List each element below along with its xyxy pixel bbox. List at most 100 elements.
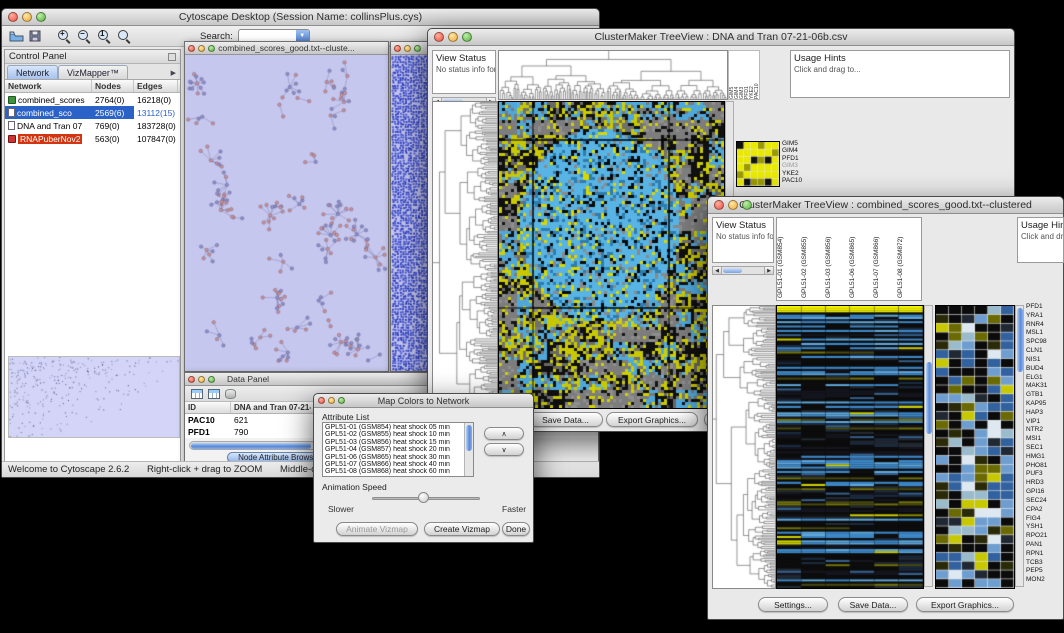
minimize-button[interactable]: [198, 376, 205, 383]
col-nodes[interactable]: Nodes: [92, 80, 134, 92]
usage-hints-text: Click and drag to...: [1018, 231, 1063, 242]
heatmap-global-view[interactable]: [498, 101, 725, 409]
edge-attribute-table-icon[interactable]: [208, 389, 220, 399]
main-titlebar[interactable]: Cytoscape Desktop (Session Name: collins…: [2, 9, 599, 26]
network-canvas[interactable]: [185, 55, 388, 371]
column-label: GPL51-08 (GSM872): [897, 218, 921, 300]
done-button[interactable]: Done: [502, 522, 530, 536]
treeview2-titlebar[interactable]: ClusterMaker TreeView : combined_scores_…: [708, 197, 1063, 214]
close-button[interactable]: [714, 200, 724, 210]
window-title: ClusterMaker TreeView : combined_scores_…: [708, 199, 1063, 211]
minimize-button[interactable]: [448, 32, 458, 42]
zoom-fit-icon[interactable]: [117, 29, 132, 44]
view-status-text: No status info for...: [433, 64, 495, 75]
network-row[interactable]: DNA and Tran 07 769(0) 183728(0): [5, 119, 180, 132]
attribute-item[interactable]: GPL51-08 (GSM868) heat shock 60 min: [323, 468, 463, 475]
move-up-button[interactable]: ∧: [484, 427, 524, 440]
close-button[interactable]: [188, 376, 195, 383]
zoom-in-icon[interactable]: +: [57, 29, 72, 44]
network-row-selected[interactable]: combined_sco 2569(6) 13112(15): [5, 106, 180, 119]
attribute-listbox[interactable]: GPL51-01 (GSM854) heat shock 05 minGPL51…: [322, 422, 474, 477]
close-button[interactable]: [8, 12, 18, 22]
row-dendrogram[interactable]: [432, 101, 498, 409]
zoom-button[interactable]: [338, 397, 345, 404]
move-down-button[interactable]: ∨: [484, 443, 524, 456]
settings-button[interactable]: Settings...: [758, 597, 828, 612]
list-vscrollbar[interactable]: [464, 423, 473, 476]
node-attribute-table-icon[interactable]: [191, 389, 203, 399]
attribute-item[interactable]: GPL51-04 (GSM857) heat shock 20 min: [323, 446, 463, 453]
zoom-button[interactable]: [208, 376, 215, 383]
heatmap-zoom-view[interactable]: [736, 141, 780, 187]
save-data-button[interactable]: Save Data...: [838, 597, 908, 612]
usage-hints-panel: Usage Hints Click and drag to...: [1017, 217, 1064, 263]
column-dendrogram[interactable]: [498, 50, 728, 100]
gene-label: GTB1: [1026, 391, 1064, 400]
scrollbar-thumb[interactable]: [926, 362, 932, 434]
column-label: GPL51-02 (GSM855): [801, 218, 825, 300]
close-button[interactable]: [394, 45, 401, 52]
export-graphics-button[interactable]: Export Graphics...: [606, 412, 698, 427]
tab-vizmapper[interactable]: VizMapper™: [58, 65, 128, 79]
animate-vizmap-button[interactable]: Animate Vizmap: [336, 522, 418, 536]
close-button[interactable]: [434, 32, 444, 42]
data-col-attribute[interactable]: DNA and Tran 07-21-06...: [231, 402, 311, 413]
save-session-icon[interactable]: [29, 30, 41, 42]
row-dendrogram[interactable]: [712, 305, 776, 589]
zoom-gene-labels: GIM5GIM4PFD1GIM3YKE2PAC10: [782, 140, 822, 184]
attribute-item[interactable]: GPL51-07 (GSM866) heat shock 40 min: [323, 461, 463, 468]
save-data-button[interactable]: Save Data...: [528, 412, 603, 427]
close-button[interactable]: [318, 397, 325, 404]
attribute-item[interactable]: GPL51-01 (GSM854) heat shock 05 min: [323, 424, 463, 431]
gene-label: PAN1: [1026, 541, 1064, 550]
zoom-button[interactable]: [742, 200, 752, 210]
tab-overflow-icon[interactable]: ▶: [169, 69, 178, 79]
minimize-button[interactable]: [328, 397, 335, 404]
heatmap-vscrollbar[interactable]: [924, 305, 933, 587]
attribute-item[interactable]: GPL51-02 (GSM855) heat shock 10 min: [323, 431, 463, 438]
panel-float-icon[interactable]: [168, 53, 176, 61]
col-edges[interactable]: Edges: [134, 80, 178, 92]
scroll-left-icon[interactable]: ◀: [713, 267, 722, 274]
open-session-icon[interactable]: [9, 30, 24, 42]
gene-label: PHO81: [1026, 462, 1064, 471]
dialog-titlebar[interactable]: Map Colors to Network: [314, 394, 533, 408]
scrollbar-thumb[interactable]: [1017, 308, 1023, 372]
scrollbar-thumb[interactable]: [466, 425, 472, 451]
network-row[interactable]: combined_scores 2764(0) 16218(0): [5, 93, 180, 106]
database-icon[interactable]: [225, 389, 236, 399]
network-row[interactable]: RNAPuberNov2 563(0) 107847(0): [5, 132, 180, 145]
usage-hints-title: Usage Hints: [791, 51, 1009, 64]
dendrogram-h-scrollbar[interactable]: ◀ ▶: [712, 266, 774, 275]
zoom-out-icon[interactable]: −: [77, 29, 92, 44]
zoom-actual-icon[interactable]: 1: [97, 29, 112, 44]
heatmap-global-view[interactable]: [776, 305, 924, 589]
network-frame-titlebar[interactable]: combined_scores_good.txt--cluste...: [185, 42, 388, 55]
minimize-button[interactable]: [728, 200, 738, 210]
scrollbar-thumb[interactable]: [191, 443, 311, 449]
attribute-item[interactable]: GPL51-03 (GSM856) heat shock 15 min: [323, 439, 463, 446]
col-network[interactable]: Network: [5, 80, 92, 92]
zoom-button[interactable]: [414, 45, 421, 52]
zoom-button[interactable]: [208, 45, 215, 52]
slider-thumb[interactable]: [418, 492, 429, 503]
minimize-button[interactable]: [404, 45, 411, 52]
minimize-button[interactable]: [198, 45, 205, 52]
minimize-button[interactable]: [22, 12, 32, 22]
gene-label: YRA1: [1026, 312, 1064, 321]
data-col-id[interactable]: ID: [185, 402, 231, 413]
zoom-button[interactable]: [36, 12, 46, 22]
network-overview-thumbnail[interactable]: [8, 356, 180, 438]
search-label: Search:: [200, 31, 233, 42]
control-panel: Control Panel Network VizMapper™ ▶ Netwo…: [4, 49, 181, 463]
close-button[interactable]: [188, 45, 195, 52]
treeview1-titlebar[interactable]: ClusterMaker TreeView : DNA and Tran 07-…: [428, 29, 1014, 46]
create-vizmap-button[interactable]: Create Vizmap: [424, 522, 500, 536]
heatmap-zoom-view[interactable]: [935, 305, 1015, 589]
tab-network[interactable]: Network: [7, 65, 58, 79]
attribute-item[interactable]: GPL51-06 (GSM865) heat shock 30 min: [323, 454, 463, 461]
zoom-button[interactable]: [462, 32, 472, 42]
export-graphics-button[interactable]: Export Graphics...: [916, 597, 1014, 612]
zoom-vscrollbar[interactable]: [1015, 305, 1024, 587]
scroll-right-icon[interactable]: ▶: [764, 267, 773, 274]
